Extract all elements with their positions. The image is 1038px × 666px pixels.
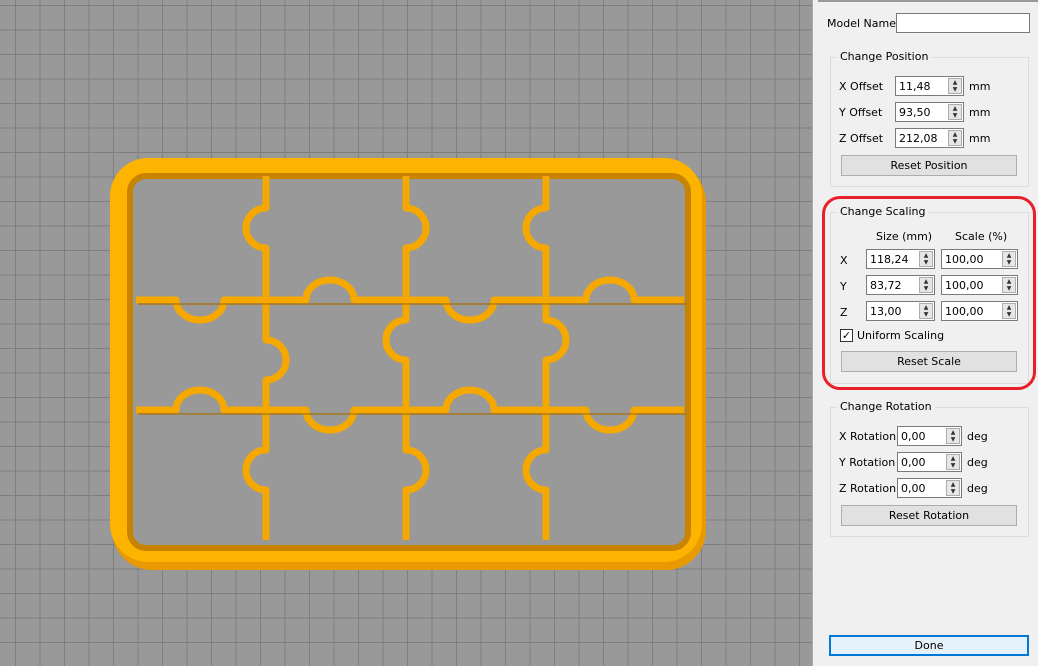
spin-arrows-icon[interactable]: ▲ ▼ [948, 104, 962, 120]
group-title: Change Rotation [837, 400, 935, 413]
x-rotation-input[interactable]: 0,00 ▲ ▼ [897, 426, 962, 446]
y-offset-label: Y Offset [839, 106, 883, 119]
z-rotation-input[interactable]: 0,00 ▲ ▼ [897, 478, 962, 498]
z-offset-input[interactable]: 212,08 ▲ ▼ [895, 128, 964, 148]
done-button[interactable]: Done [829, 635, 1029, 656]
y-rotation-label: Y Rotation [839, 456, 896, 469]
3d-viewport[interactable] [0, 0, 812, 666]
spin-arrows-icon[interactable]: ▲ ▼ [948, 78, 962, 94]
y-offset-input[interactable]: 93,50 ▲ ▼ [895, 102, 964, 122]
x-offset-input[interactable]: 11,48 ▲ ▼ [895, 76, 964, 96]
unit-label: mm [969, 132, 991, 145]
model-name-input[interactable] [896, 13, 1030, 33]
spin-arrows-icon[interactable]: ▲ ▼ [948, 130, 962, 146]
spin-arrows-icon[interactable]: ▲ ▼ [946, 480, 960, 496]
spin-arrows-icon[interactable]: ▲ ▼ [946, 454, 960, 470]
unit-label: mm [969, 106, 991, 119]
unit-label: deg [967, 482, 988, 495]
unit-label: deg [967, 430, 988, 443]
scaling-highlight-annotation [822, 196, 1036, 390]
group-title: Change Position [837, 50, 932, 63]
reset-position-button[interactable]: Reset Position [841, 155, 1017, 176]
reset-rotation-button[interactable]: Reset Rotation [841, 505, 1017, 526]
y-rotation-input[interactable]: 0,00 ▲ ▼ [897, 452, 962, 472]
x-offset-label: X Offset [839, 80, 884, 93]
x-rotation-label: X Rotation [839, 430, 897, 443]
spin-arrows-icon[interactable]: ▲ ▼ [946, 428, 960, 444]
unit-label: mm [969, 80, 991, 93]
model-name-label: Model Name: [827, 17, 900, 30]
puzzle-cutter-model[interactable] [0, 0, 812, 666]
unit-label: deg [967, 456, 988, 469]
z-offset-label: Z Offset [839, 132, 884, 145]
z-rotation-label: Z Rotation [839, 482, 897, 495]
